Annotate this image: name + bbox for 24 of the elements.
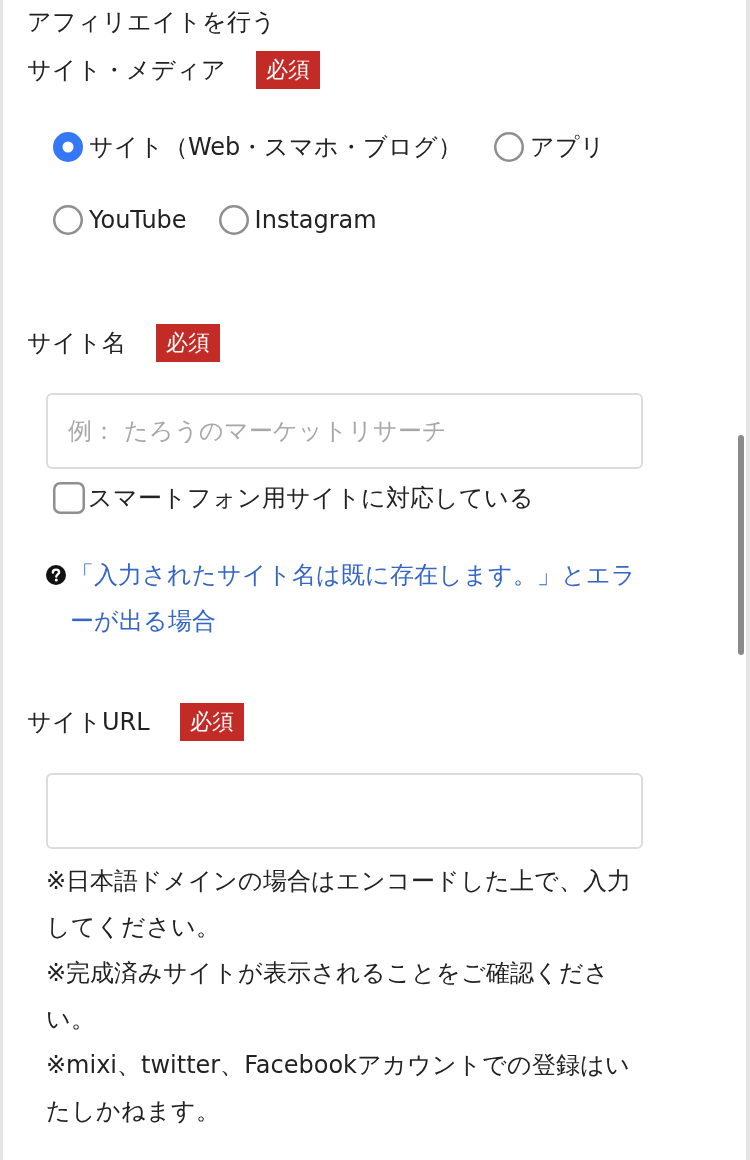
field-label: サイト名 <box>27 328 126 359</box>
required-badge: 必須 <box>256 51 320 89</box>
radio-button[interactable] <box>494 132 525 162</box>
help-icon <box>46 565 66 585</box>
note-text: ※日本語ドメインの場合はエンコードした上で、入力してください。 <box>46 866 633 943</box>
text-input[interactable]: 例： たろうのマーケットリサーチ <box>46 393 643 469</box>
note-text: ※完成済みサイトが表示されることをご確認ください。 <box>46 958 611 1035</box>
radio-label[interactable]: Instagram <box>254 197 377 243</box>
field-label: サイトURL <box>27 707 150 738</box>
radio-label[interactable]: アプリ <box>530 124 606 170</box>
radio-button[interactable] <box>53 132 83 162</box>
radio-label[interactable]: YouTube <box>89 197 187 243</box>
required-badge: 必須 <box>179 703 244 741</box>
field-label: サイト・メディア <box>27 55 226 86</box>
text-input[interactable] <box>46 773 643 849</box>
checkbox[interactable] <box>53 482 85 514</box>
radio-button[interactable] <box>53 205 83 235</box>
section-heading: アフィリエイトを行う <box>27 7 276 38</box>
radio-label[interactable]: サイト（Web・スマホ・ブログ） <box>89 124 463 170</box>
checkbox-label[interactable]: スマートフォン用サイトに対応している <box>88 474 534 522</box>
radio-button[interactable] <box>218 205 249 235</box>
required-badge: 必須 <box>156 324 220 362</box>
note-text: ※mixi、twitter、Facebookアカウントでの登録はいたしかねます。 <box>46 1050 631 1127</box>
help-link[interactable]: 「入力されたサイト名は既に存在します。」とエラーが出る場合 <box>70 552 643 644</box>
